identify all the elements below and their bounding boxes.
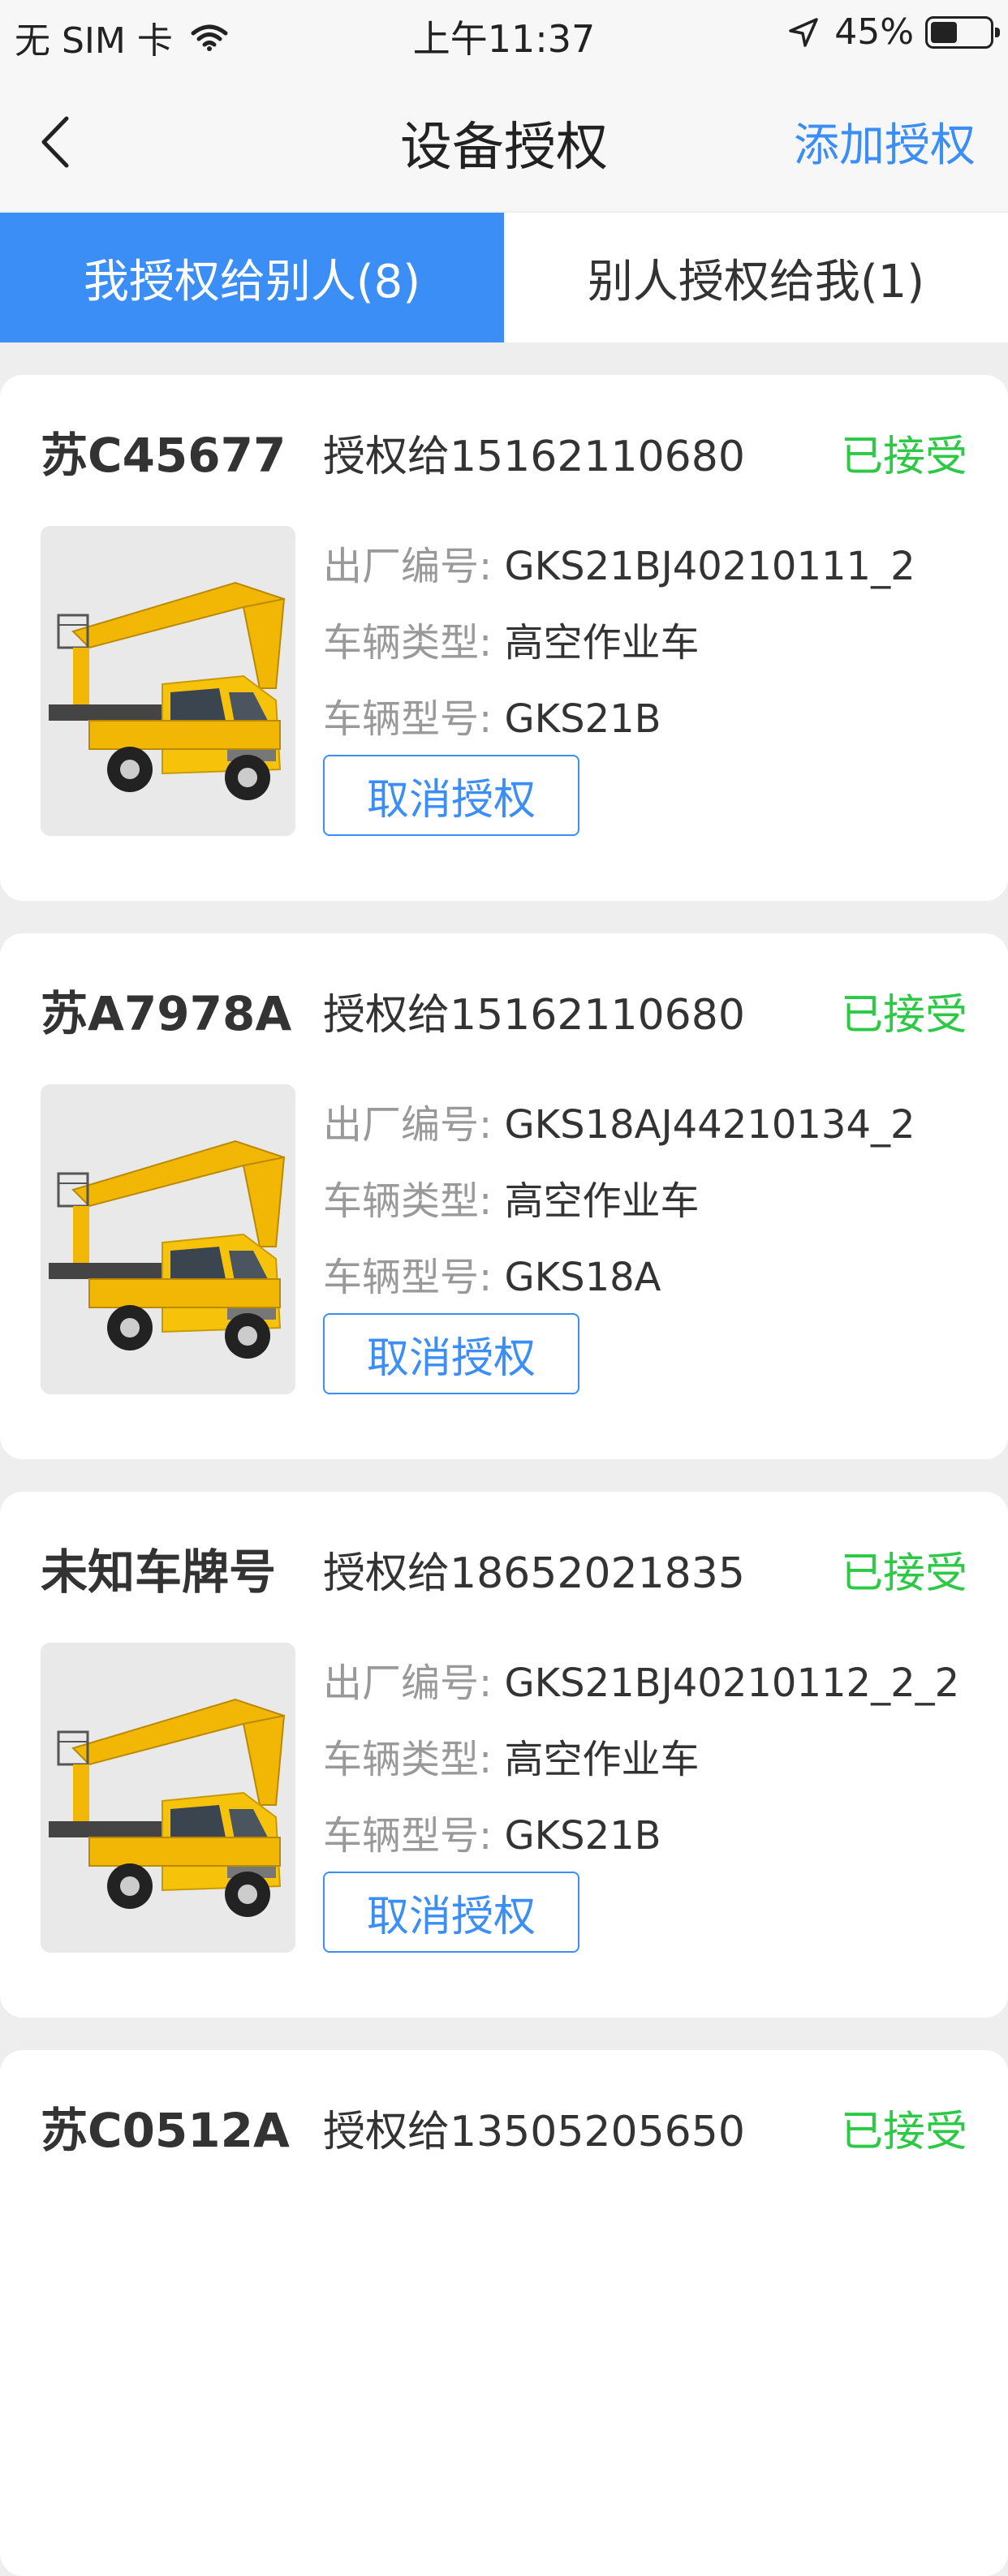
plate-number: 未知车牌号 — [41, 1544, 277, 1600]
cancel-authorization-button[interactable]: 取消授权 — [323, 755, 579, 836]
type-row: 车辆类型: 高空作业车 — [323, 1169, 699, 1226]
plate-number: 苏C0512A — [41, 2103, 290, 2158]
serial-label: 出厂编号: — [323, 544, 493, 589]
cancel-authorization-button[interactable]: 取消授权 — [323, 1313, 579, 1394]
serial-row: 出厂编号: GKS18AJ44210134_2 — [323, 1092, 915, 1149]
type-label: 车辆类型: — [323, 620, 493, 666]
status-right: 45% — [787, 11, 1000, 53]
status-badge: 已接受 — [840, 991, 967, 1040]
authorization-card[interactable]: 苏C45677 授权给15162110680 已接受 出厂编号: GKS21BJ… — [0, 375, 1008, 901]
status-badge: 已接受 — [840, 1549, 967, 1598]
vehicle-image — [41, 1643, 295, 1953]
authorized-to: 授权给13505205650 — [323, 2108, 745, 2156]
serial-value: GKS18AJ44210134_2 — [504, 1102, 915, 1148]
authorized-to: 授权给18652021835 — [323, 1549, 745, 1598]
vehicle-image — [41, 526, 295, 836]
model-row: 车辆型号: GKS18A — [323, 1245, 661, 1302]
serial-label: 出厂编号: — [323, 1102, 493, 1148]
serial-value: GKS21BJ40210112_2_2 — [504, 1661, 960, 1706]
tab-granted-to-others[interactable]: 我授权给别人(8) — [0, 213, 504, 342]
authorized-to: 授权给15162110680 — [323, 991, 745, 1040]
authorization-card[interactable]: 苏A7978A 授权给15162110680 已接受 出厂编号: GKS18AJ… — [0, 933, 1008, 1459]
model-row: 车辆型号: GKS21B — [323, 687, 661, 743]
authorization-card[interactable]: 苏C0512A 授权给13505205650 已接受 — [0, 2050, 1008, 2576]
status-badge: 已接受 — [840, 2108, 967, 2156]
type-row: 车辆类型: 高空作业车 — [323, 1727, 699, 1784]
tab-bar: 我授权给别人(8) 别人授权给我(1) — [0, 213, 1008, 342]
cancel-authorization-button[interactable]: 取消授权 — [323, 1872, 579, 1953]
type-value: 高空作业车 — [504, 1178, 700, 1224]
battery-percent: 45% — [834, 11, 914, 53]
model-value: GKS18A — [504, 1255, 661, 1300]
model-label: 车辆型号: — [323, 696, 493, 742]
tab-granted-to-me[interactable]: 别人授权给我(1) — [504, 213, 1008, 342]
plate-number: 苏A7978A — [41, 986, 292, 1041]
add-authorization-button[interactable]: 添加授权 — [794, 109, 976, 174]
battery-icon — [925, 15, 1000, 49]
vehicle-image — [41, 1084, 295, 1394]
serial-value: GKS21BJ40210111_2 — [504, 544, 915, 589]
type-row: 车辆类型: 高空作业车 — [323, 610, 699, 667]
serial-label: 出厂编号: — [323, 1661, 493, 1706]
model-row: 车辆型号: GKS21B — [323, 1803, 661, 1860]
model-label: 车辆型号: — [323, 1813, 493, 1859]
type-label: 车辆类型: — [323, 1178, 493, 1224]
authorized-to: 授权给15162110680 — [323, 433, 745, 481]
serial-row: 出厂编号: GKS21BJ40210112_2_2 — [323, 1651, 959, 1708]
type-label: 车辆类型: — [323, 1737, 493, 1782]
plate-number: 苏C45677 — [41, 428, 286, 483]
nav-bar: 设备授权 添加授权 — [0, 71, 1008, 211]
model-label: 车辆型号: — [323, 1255, 493, 1300]
type-value: 高空作业车 — [504, 620, 700, 666]
status-badge: 已接受 — [840, 433, 967, 481]
authorization-card[interactable]: 未知车牌号 授权给18652021835 已接受 出厂编号: GKS21BJ40… — [0, 1492, 1008, 2018]
type-value: 高空作业车 — [504, 1737, 700, 1782]
location-arrow-icon — [789, 17, 818, 47]
serial-row: 出厂编号: GKS21BJ40210111_2 — [323, 534, 915, 591]
model-value: GKS21B — [504, 696, 661, 742]
model-value: GKS21B — [504, 1813, 661, 1859]
status-bar: 无 SIM 卡 上午11:37 45% — [0, 0, 1008, 71]
